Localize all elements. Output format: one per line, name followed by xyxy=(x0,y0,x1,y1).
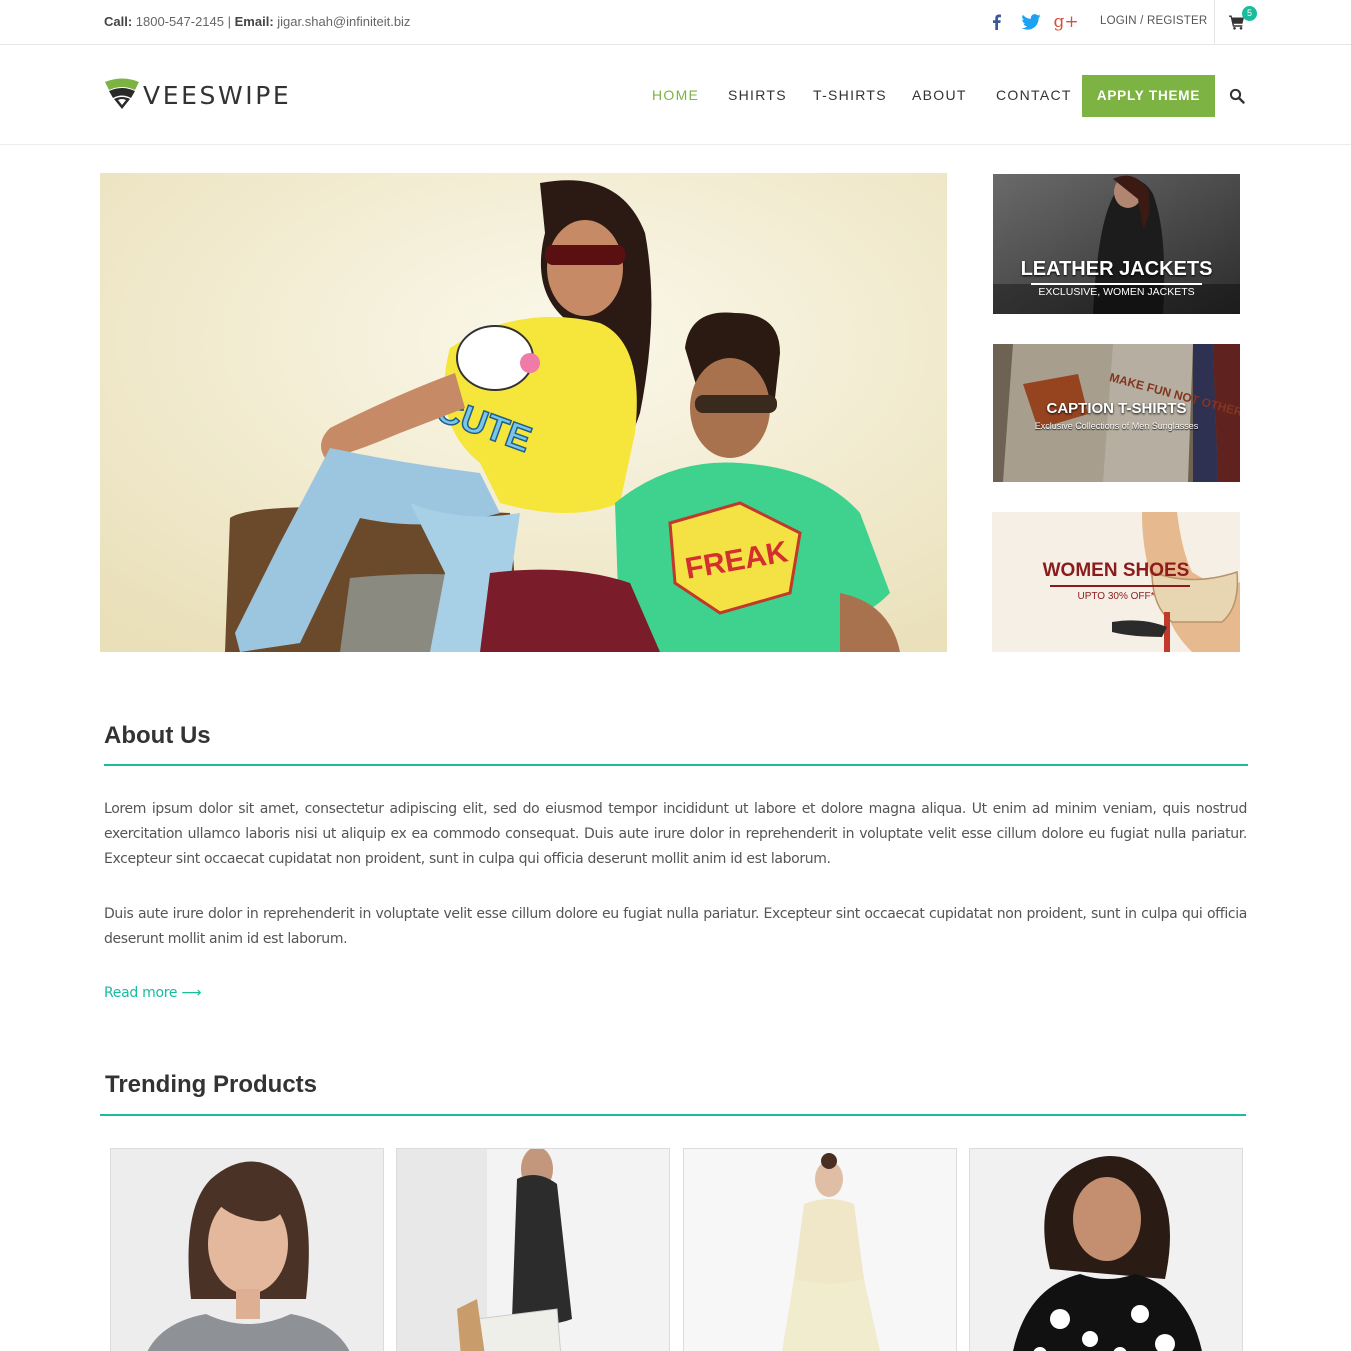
facebook-icon[interactable] xyxy=(988,12,1004,32)
login-register-link[interactable]: LOGIN / REGISTER xyxy=(1100,15,1207,27)
promo-women-shoes[interactable]: WOMEN SHOES UPTO 30% OFF* xyxy=(992,512,1240,652)
twitter-icon[interactable] xyxy=(1020,12,1042,32)
call-label: Call: xyxy=(104,14,133,29)
phone-number[interactable]: 1800-547-2145 xyxy=(136,14,224,29)
about-divider xyxy=(104,764,1248,766)
nav-shirts[interactable]: SHIRTS xyxy=(728,87,787,103)
contact-separator: | xyxy=(227,14,232,29)
search-icon[interactable] xyxy=(1229,88,1245,104)
product-image xyxy=(397,1149,669,1351)
product-image xyxy=(111,1149,383,1351)
promo-underline xyxy=(1031,283,1202,285)
contact-info: Call: 1800-547-2145 | Email: jigar.shah@… xyxy=(104,14,410,29)
main-header: VEESWIPE HOME SHIRTS T-SHIRTS ABOUT CONT… xyxy=(0,45,1351,145)
top-bar: Call: 1800-547-2145 | Email: jigar.shah@… xyxy=(0,0,1351,45)
product-card[interactable] xyxy=(110,1148,384,1351)
promo-subtitle: EXCLUSIVE, WOMEN JACKETS xyxy=(1038,286,1195,298)
email-label: Email: xyxy=(234,14,274,29)
brand-name[interactable]: VEESWIPE xyxy=(143,81,291,110)
promo-title: LEATHER JACKETS xyxy=(1020,258,1213,280)
promo-leather-jackets[interactable]: LEATHER JACKETS EXCLUSIVE, WOMEN JACKETS xyxy=(993,174,1240,314)
trending-heading: Trending Products xyxy=(105,1071,318,1098)
nav-home[interactable]: HOME xyxy=(652,87,699,103)
about-heading: About Us xyxy=(104,722,211,749)
trending-divider xyxy=(100,1114,1246,1116)
brand-logo-icon[interactable] xyxy=(104,76,140,110)
apply-theme-button[interactable]: APPLY THEME xyxy=(1082,75,1215,117)
product-card[interactable] xyxy=(969,1148,1243,1351)
promo-subtitle: UPTO 30% OFF* xyxy=(1077,591,1155,602)
nav-about[interactable]: ABOUT xyxy=(912,87,967,103)
nav-t-shirts[interactable]: T-SHIRTS xyxy=(813,87,887,103)
hero-banner-image[interactable]: CUTE FREAK xyxy=(100,173,947,652)
promo-title: CAPTION T-SHIRTS xyxy=(1046,400,1187,417)
nav-contact[interactable]: CONTACT xyxy=(996,87,1072,103)
product-card[interactable] xyxy=(683,1148,957,1351)
cart-count-badge: 5 xyxy=(1242,6,1257,21)
promo-subtitle: Exclusive Collections of Men Sunglasses xyxy=(1034,421,1199,431)
product-card[interactable] xyxy=(396,1148,670,1351)
promo-title: WOMEN SHOES xyxy=(1042,560,1190,581)
product-image xyxy=(970,1149,1242,1351)
product-image xyxy=(684,1149,956,1351)
about-paragraph-2: Duis aute irure dolor in reprehenderit i… xyxy=(104,906,1247,947)
email-address[interactable]: jigar.shah@infiniteit.biz xyxy=(277,14,410,29)
read-more-link[interactable]: Read more ⟶ xyxy=(104,985,201,1001)
promo-caption-tshirts[interactable]: MAKE FUN NOT OTHER CAPTION T-SHIRTS Excl… xyxy=(993,344,1240,482)
topbar-divider xyxy=(1214,0,1215,45)
about-paragraph-1: Lorem ipsum dolor sit amet, consectetur … xyxy=(104,801,1247,867)
google-plus-icon[interactable]: g+ xyxy=(1053,12,1078,32)
promo-underline xyxy=(1050,585,1190,587)
